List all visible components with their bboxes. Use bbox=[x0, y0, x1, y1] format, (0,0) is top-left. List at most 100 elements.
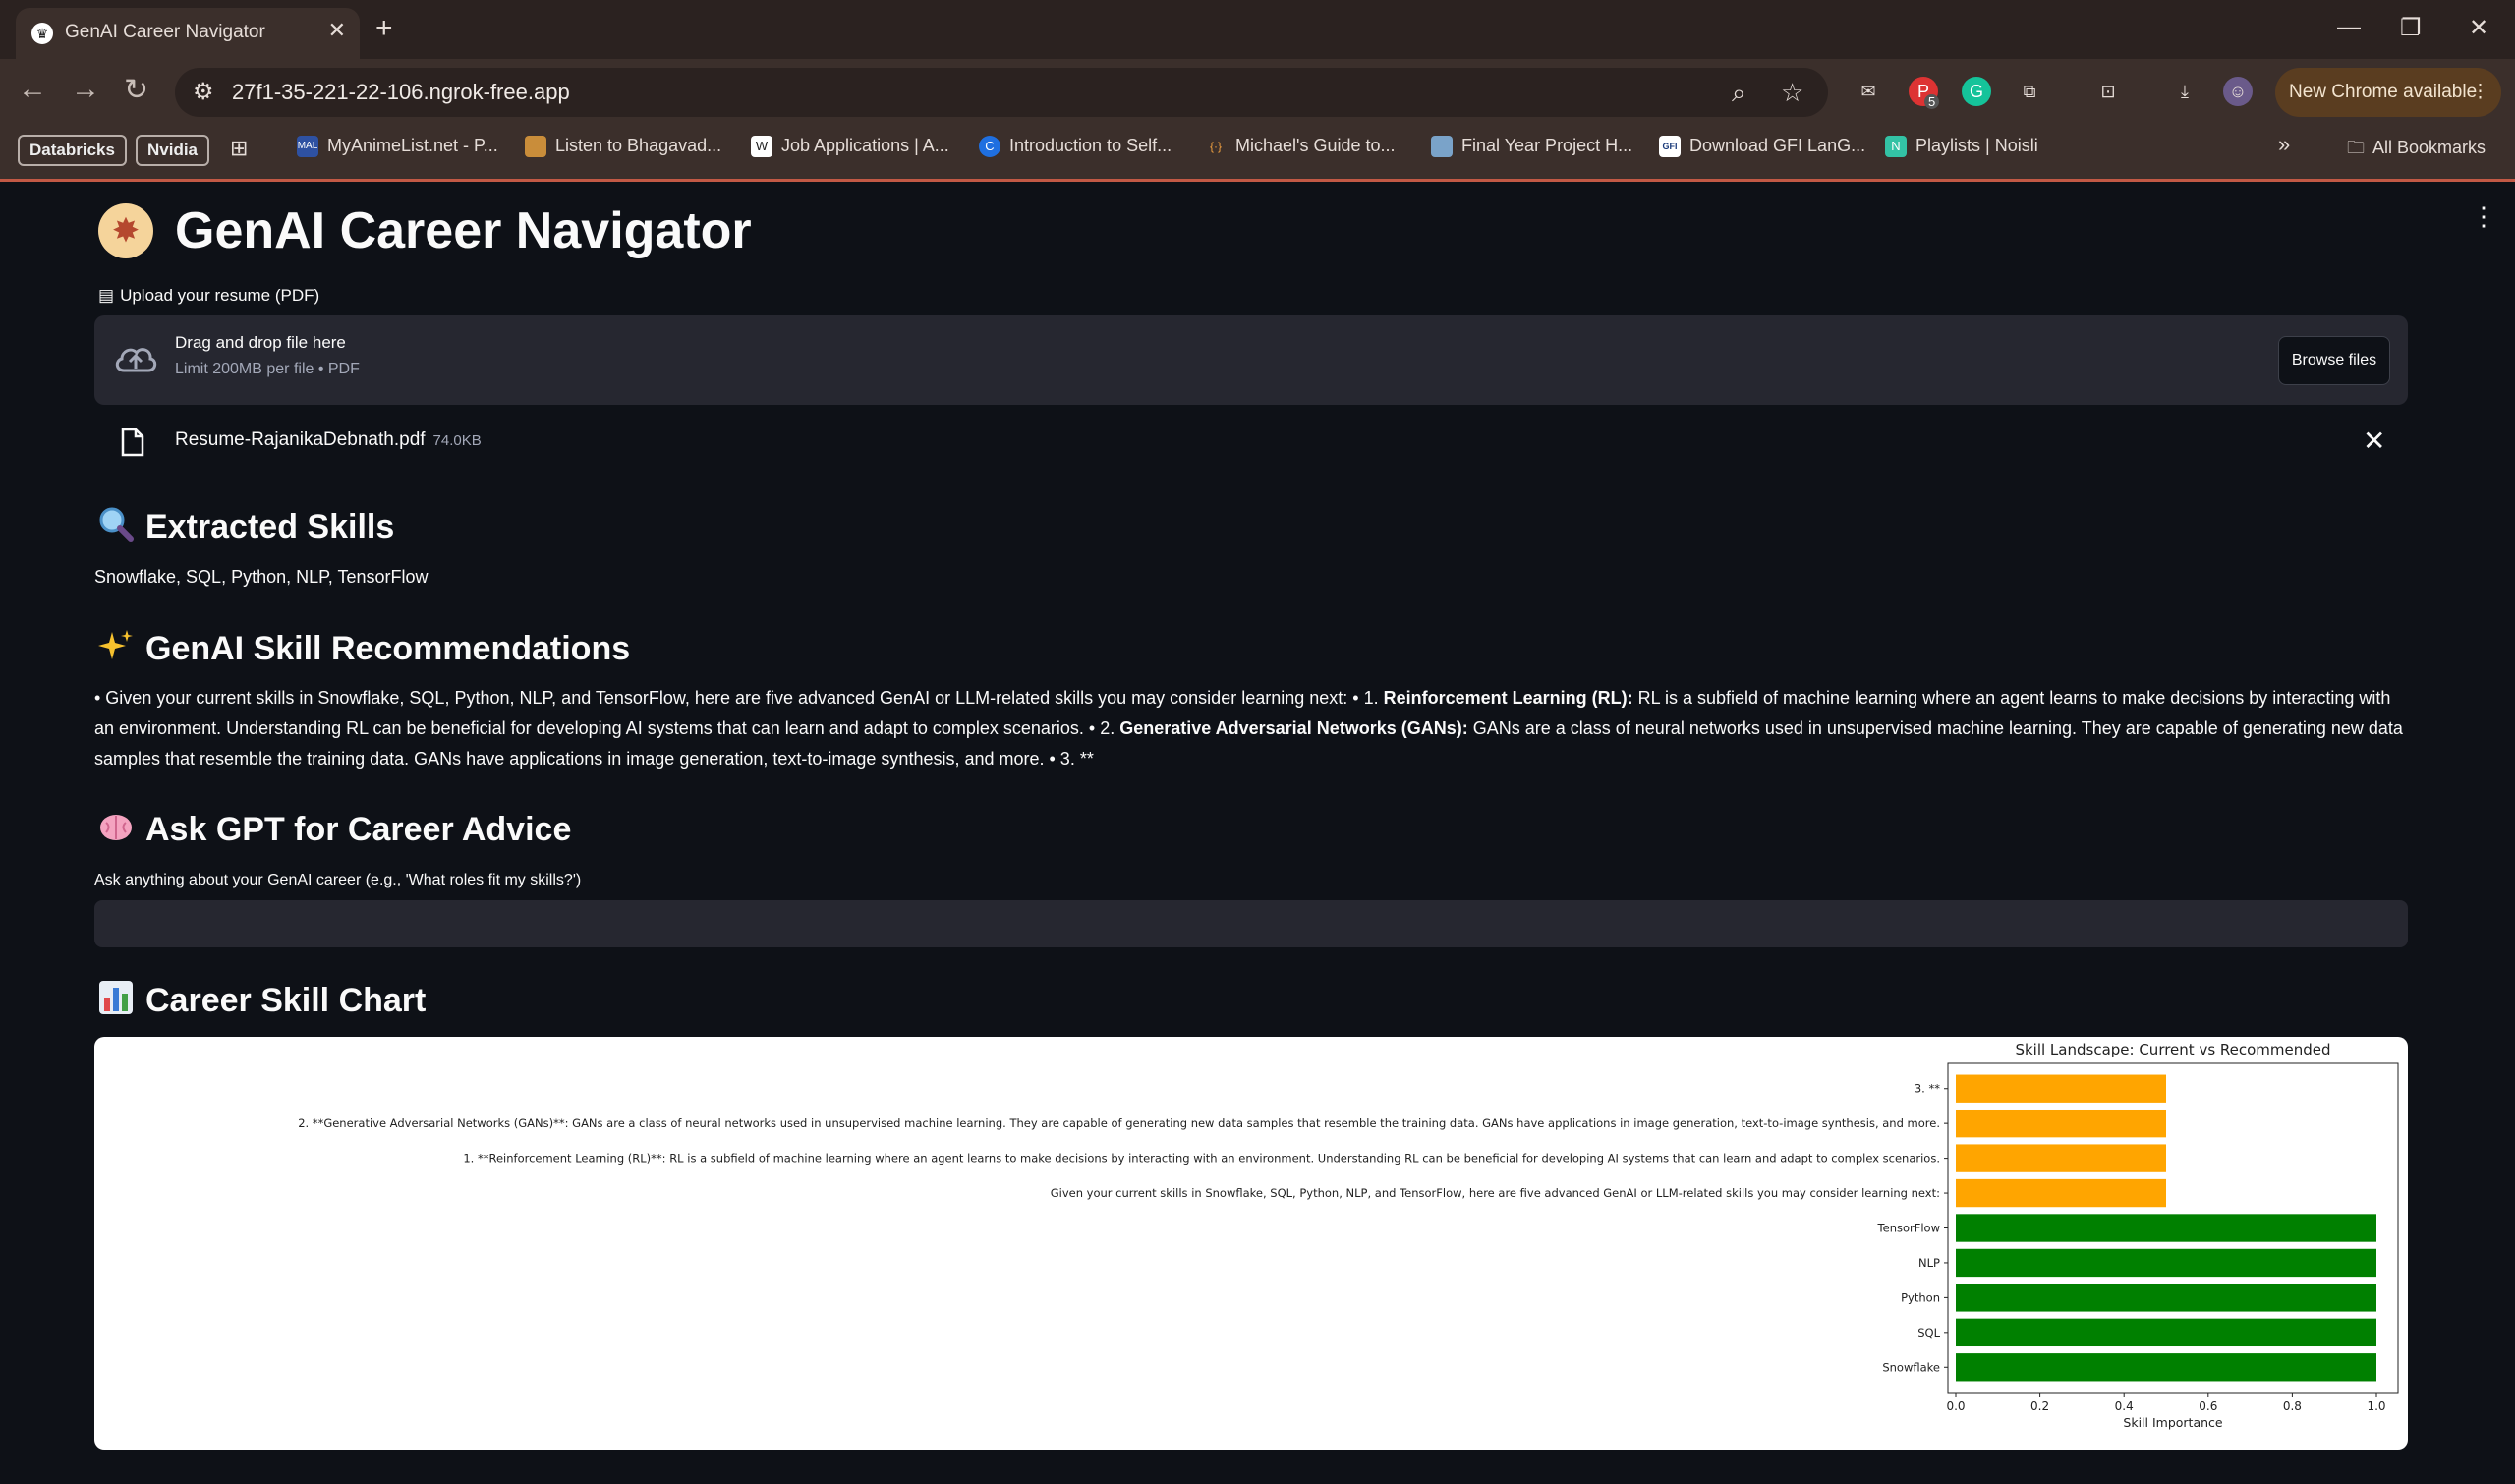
magnifier-icon bbox=[98, 506, 134, 542]
reco-text: • Given your current skills in Snowflake… bbox=[94, 688, 1384, 708]
workday-icon: W bbox=[751, 136, 772, 158]
bookmarks-bar: Databricks Nvidia ⊞ MAL MyAnimeList.net -… bbox=[0, 126, 2515, 182]
x-tick-label: 0.0 bbox=[1946, 1399, 1965, 1413]
noisli-icon: N bbox=[1885, 136, 1907, 158]
close-window-icon[interactable]: ✕ bbox=[2469, 14, 2488, 42]
bookmark-label: Introduction to Self... bbox=[1009, 136, 1172, 155]
update-label: New Chrome available bbox=[2289, 82, 2478, 102]
extracted-skills-header: Extracted Skills bbox=[98, 506, 394, 546]
y-tick-label: Snowflake bbox=[1882, 1360, 1940, 1374]
y-tick-label: 1. **Reinforcement Learning (RL)**: RL i… bbox=[463, 1152, 1940, 1166]
restore-icon[interactable]: ❐ bbox=[2400, 14, 2422, 42]
reco-header-text: GenAI Skill Recommendations bbox=[145, 630, 631, 667]
compass-icon: ✸ bbox=[98, 203, 153, 258]
chart-bar bbox=[1956, 1318, 2376, 1347]
bookmarks-overflow-icon[interactable]: » bbox=[2278, 132, 2290, 157]
bookmark-label: MyAnimeList.net - P... bbox=[327, 136, 498, 155]
bookmark-item[interactable]: N Playlists | Noisli bbox=[1885, 136, 2038, 158]
remove-file-icon[interactable]: ✕ bbox=[2363, 425, 2385, 457]
chart-bar bbox=[1956, 1178, 2166, 1208]
chart-bar bbox=[1956, 1353, 2376, 1382]
y-tick-label: 2. **Generative Adversarial Networks (GA… bbox=[298, 1116, 1940, 1130]
career-question-input[interactable] bbox=[94, 900, 2408, 947]
bookmark-label: Michael's Guide to... bbox=[1235, 136, 1396, 155]
file-size: 74.0KB bbox=[432, 432, 482, 449]
bookmark-nvidia[interactable]: Nvidia bbox=[136, 135, 210, 166]
coursera-icon: C bbox=[979, 136, 1000, 158]
ask-header-text: Ask GPT for Career Advice bbox=[145, 811, 572, 848]
chrome-menu-icon[interactable]: ⋮ bbox=[2471, 68, 2489, 117]
extracted-header-text: Extracted Skills bbox=[145, 508, 395, 545]
file-dropzone[interactable]: Drag and drop file here Limit 200MB per … bbox=[94, 315, 2408, 405]
tab-close-icon[interactable]: ✕ bbox=[328, 18, 346, 43]
minimize-icon[interactable]: — bbox=[2337, 14, 2361, 41]
grammarly-extension-icon[interactable]: G bbox=[1962, 77, 1991, 106]
chart-bar bbox=[1956, 1109, 2166, 1138]
browser-tab[interactable]: ♛ GenAI Career Navigator ✕ bbox=[16, 8, 360, 59]
y-tick-label: 3. ** bbox=[1915, 1082, 1940, 1096]
bookmark-item[interactable]: Listen to Bhagavad... bbox=[525, 136, 721, 158]
ask-input-label: Ask anything about your GenAI career (e.… bbox=[94, 872, 582, 888]
dropzone-instruction: Drag and drop file here bbox=[175, 333, 346, 352]
chart-bar bbox=[1956, 1248, 2376, 1278]
career-chart-header: Career Skill Chart bbox=[98, 980, 426, 1020]
extracted-skills-text: Snowflake, SQL, Python, NLP, TensorFlow bbox=[94, 567, 429, 587]
extensions-puzzle-icon[interactable]: ⧉ bbox=[2015, 77, 2044, 106]
chart-bar bbox=[1956, 1284, 2376, 1312]
app-menu-icon[interactable]: ⋮ bbox=[2471, 201, 2496, 232]
recommendations-header: GenAI Skill Recommendations bbox=[98, 628, 630, 668]
bookmark-item[interactable]: C Introduction to Self... bbox=[979, 136, 1172, 158]
url-text[interactable]: 27f1-35-221-22-106.ngrok-free.app bbox=[232, 80, 570, 105]
extension-badge: 5 bbox=[1924, 94, 1940, 109]
chart-bar bbox=[1956, 1074, 2166, 1103]
bookmark-item[interactable]: MAL MyAnimeList.net - P... bbox=[297, 136, 498, 158]
y-tick-label: NLP bbox=[1918, 1256, 1940, 1270]
reload-icon[interactable]: ↻ bbox=[124, 73, 148, 107]
krishna-icon bbox=[525, 136, 546, 158]
bookmark-item[interactable]: W Job Applications | A... bbox=[751, 136, 949, 158]
bookmark-star-icon[interactable]: ☆ bbox=[1781, 78, 1803, 108]
streamlit-favicon-icon: ♛ bbox=[31, 23, 53, 44]
browse-files-button[interactable]: Browse files bbox=[2278, 336, 2390, 385]
bookmark-item[interactable]: {·} Michael's Guide to... bbox=[1205, 136, 1396, 157]
y-tick-label: TensorFlow bbox=[1877, 1222, 1940, 1235]
bar-chart-icon bbox=[98, 980, 134, 1015]
bookmark-label: Download GFI LanG... bbox=[1689, 136, 1866, 155]
mail-extension-icon[interactable]: ✉ bbox=[1854, 77, 1883, 106]
x-tick-label: 0.6 bbox=[2199, 1399, 2217, 1413]
bookmark-label: Job Applications | A... bbox=[781, 136, 949, 155]
upload-label: ▤ Upload your resume (PDF) bbox=[98, 286, 319, 306]
all-bookmarks[interactable]: 🗀 All Bookmarks bbox=[2347, 136, 2486, 165]
chart-bar bbox=[1956, 1214, 2376, 1242]
tab-search-icon[interactable]: ⊡ bbox=[2093, 77, 2123, 106]
x-tick-label: 1.0 bbox=[2367, 1399, 2385, 1413]
bookmark-label: Final Year Project H... bbox=[1461, 136, 1633, 155]
x-tick-label: 0.4 bbox=[2115, 1399, 2134, 1413]
bookmark-databricks[interactable]: Databricks bbox=[18, 135, 127, 166]
tab-strip: ♛ GenAI Career Navigator ✕ + — ❐ ✕ bbox=[0, 0, 2515, 59]
new-tab-button[interactable]: + bbox=[375, 12, 393, 45]
x-axis-label: Skill Importance bbox=[2123, 1415, 2223, 1430]
chart-title: Skill Landscape: Current vs Recommended bbox=[2015, 1041, 2330, 1058]
page-title: GenAI Career Navigator bbox=[175, 202, 752, 259]
apps-grid-icon[interactable]: ⊞ bbox=[230, 136, 248, 161]
chrome-update-button[interactable]: New Chrome available ⋮ bbox=[2275, 68, 2501, 117]
ask-gpt-header: Ask GPT for Career Advice bbox=[98, 809, 571, 849]
x-tick-label: 0.2 bbox=[2030, 1399, 2049, 1413]
zoom-search-icon[interactable]: ⌕ bbox=[1732, 78, 1746, 109]
cloud-upload-icon bbox=[115, 348, 157, 372]
skill-chart: Skill Landscape: Current vs Recommended S… bbox=[94, 1037, 2408, 1450]
bookmark-item[interactable]: Final Year Project H... bbox=[1431, 136, 1633, 158]
mal-icon: MAL bbox=[297, 136, 318, 158]
reco-bold: Generative Adversarial Networks (GANs): bbox=[1119, 718, 1468, 738]
all-bookmarks-label: All Bookmarks bbox=[2372, 138, 2486, 157]
address-bar[interactable]: ⚙ 27f1-35-221-22-106.ngrok-free.app ⌕ ☆ bbox=[175, 68, 1828, 117]
back-icon[interactable]: ← bbox=[18, 73, 47, 106]
recommendations-text: • Given your current skills in Snowflake… bbox=[94, 683, 2414, 774]
download-icon[interactable]: ⤓ bbox=[2170, 77, 2200, 106]
bookmark-item[interactable]: GFI Download GFI LanG... bbox=[1659, 136, 1866, 158]
forward-icon[interactable]: → bbox=[71, 73, 100, 106]
skill-chart-svg: Skill Landscape: Current vs Recommended S… bbox=[298, 1041, 2399, 1430]
profile-avatar[interactable]: ☺ bbox=[2223, 77, 2253, 106]
site-info-icon[interactable]: ⚙ bbox=[193, 78, 214, 106]
